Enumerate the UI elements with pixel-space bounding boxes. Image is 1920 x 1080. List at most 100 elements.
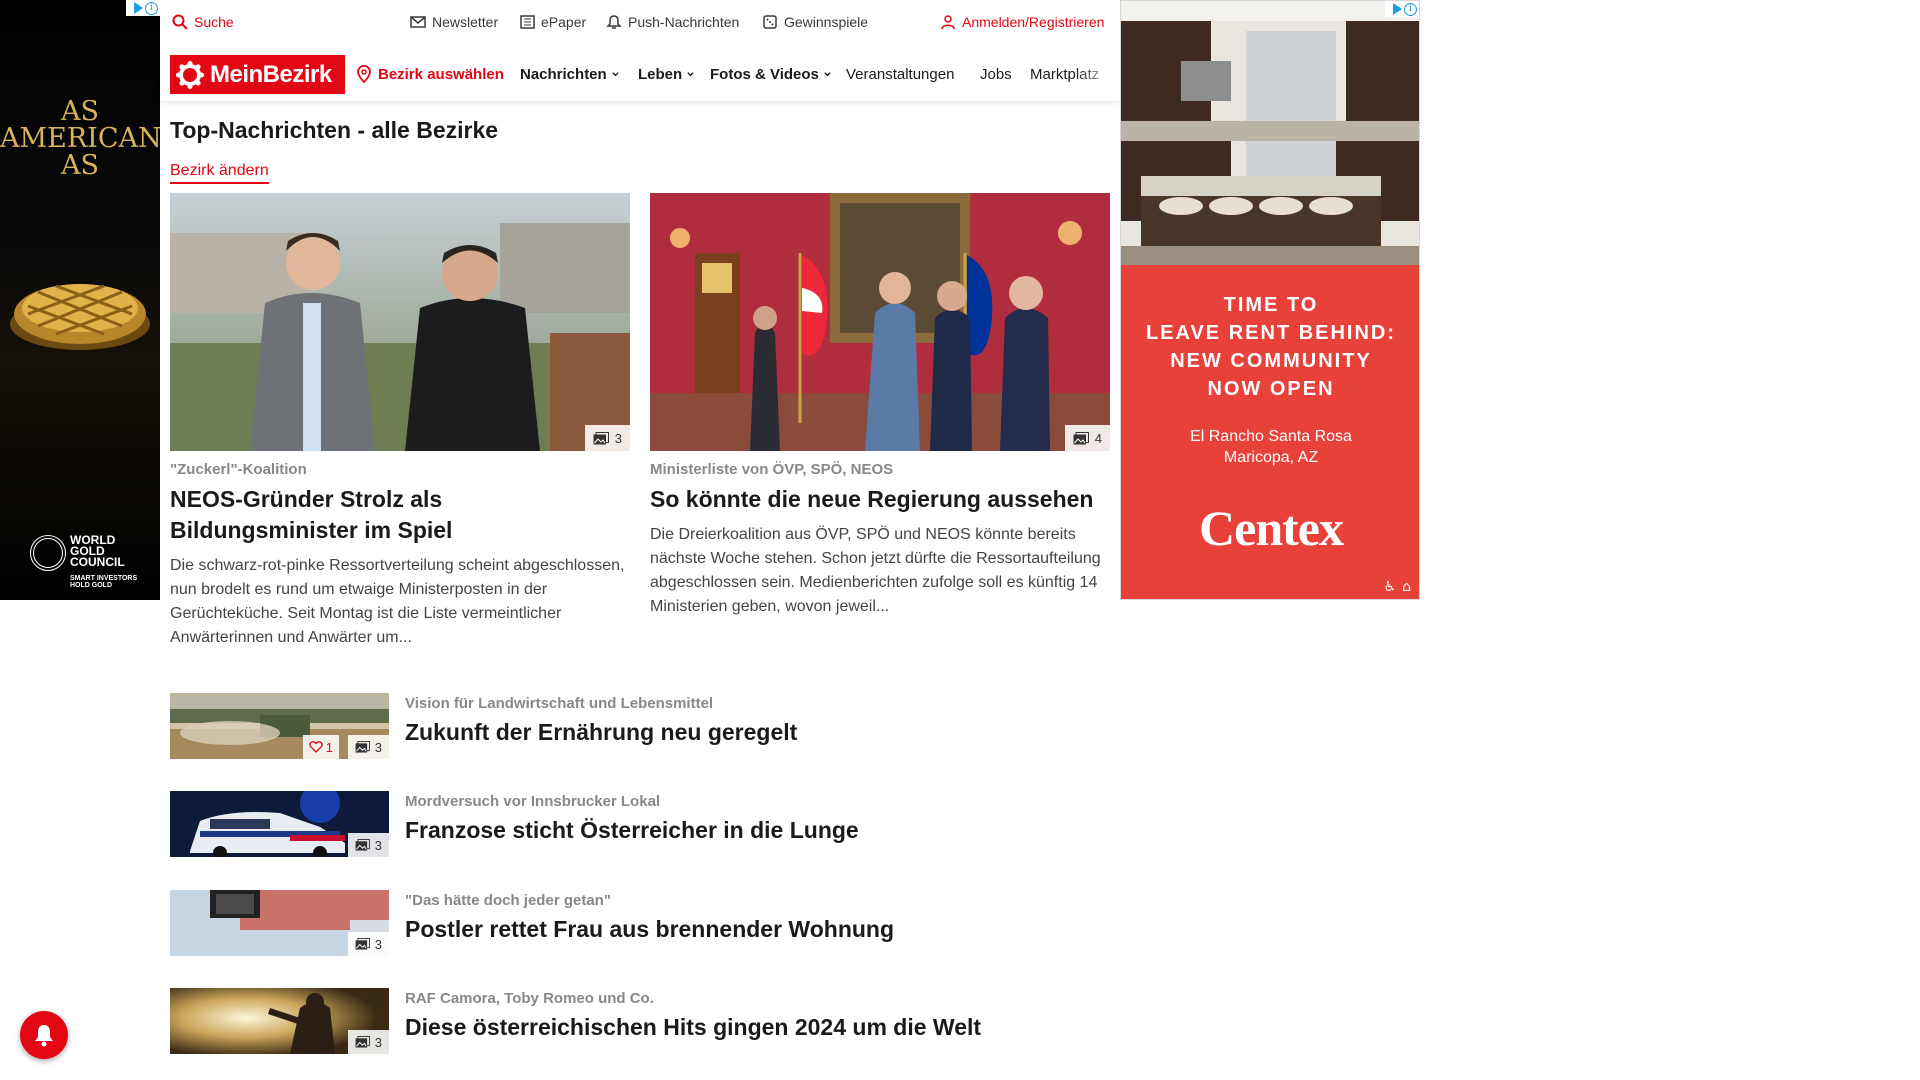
logo-text: MeinBezirk — [210, 60, 332, 88]
like-count: 1 — [325, 739, 333, 755]
ad-location-line: Maricopa, AZ — [1223, 449, 1319, 466]
gallery-icon — [355, 839, 370, 851]
story-thumbnail[interactable]: 3 — [170, 988, 389, 1054]
nav-item-veranstaltungen[interactable]: Veranstaltungen — [846, 66, 954, 83]
story-thumbnail[interactable]: 1 3 — [170, 693, 389, 759]
right-display-ad[interactable]: i TIME TO LEAVE RENT BEHIND: NEW COMMUNI… — [1120, 0, 1420, 600]
photo-count-badge: 3 — [347, 833, 389, 857]
newsletter-link[interactable]: Newsletter — [410, 14, 498, 30]
search-label: Suche — [194, 14, 234, 30]
story-headline[interactable]: So könnte die neue Regierung aussehen — [650, 484, 1110, 515]
accessibility-icon: ♿ — [1383, 579, 1397, 595]
like-count-badge[interactable]: 1 — [302, 735, 339, 759]
adchoices-badge[interactable]: i — [126, 0, 160, 16]
heart-icon — [309, 741, 323, 753]
photo-count-badge: 3 — [347, 735, 389, 759]
ad-location: El Rancho Santa Rosa Maricopa, AZ — [1121, 426, 1419, 468]
photo-count-badge: 3 — [347, 1030, 389, 1054]
main-navigation: MeinBezirk Bezirk auswählen Nachrichten … — [160, 46, 1120, 102]
kitchen-photo — [1121, 1, 1419, 265]
top-story[interactable]: 3 "Zuckerl"-Koalition NEOS-Gründer Strol… — [170, 193, 630, 650]
nav-label-jobs: Jobs — [980, 66, 1012, 83]
ad-footer-icons: ♿ ⌂ — [1384, 579, 1411, 595]
ad-copy-line: NOW OPEN — [1207, 378, 1335, 400]
utility-bar: Suche Newsletter ePaper Push-Nachrichten… — [160, 0, 1120, 46]
photo-count: 4 — [1094, 430, 1102, 446]
section-title: Top-Nachrichten - alle Bezirke — [170, 117, 499, 143]
centex-logo: Centex — [1199, 500, 1344, 556]
story-kicker: RAF Camora, Toby Romeo und Co. — [405, 990, 654, 1007]
world-gold-council-logo: WORLD GOLD COUNCIL SMART INVESTORS HOLD … — [30, 534, 155, 595]
list-item[interactable]: 1 3 Vision für Landwirtschaft und Lebens… — [170, 693, 1110, 759]
logo-gear-icon — [176, 60, 204, 89]
list-item[interactable]: 3 Mordversuch vor Innsbrucker Lokal Fran… — [170, 791, 1110, 857]
info-icon: i — [145, 1, 158, 15]
select-district-button[interactable]: Bezirk auswählen — [356, 65, 504, 83]
story-thumbnail[interactable]: 3 — [170, 890, 389, 956]
meinbezirk-logo[interactable]: MeinBezirk — [170, 55, 345, 94]
left-skyscraper-ad[interactable]: i AS AMERICAN AS WORLD GOLD COUNCIL SMART … — [0, 0, 160, 600]
story-kicker: Mordversuch vor Innsbrucker Lokal — [405, 793, 661, 810]
list-item[interactable]: 3 "Das hätte doch jeder getan" Postler r… — [170, 890, 1110, 956]
government-photo — [650, 193, 1110, 451]
adchoices-badge[interactable]: i — [1385, 1, 1419, 17]
push-notifications-link[interactable]: Push-Nachrichten — [606, 14, 739, 30]
newsletter-label: Newsletter — [432, 14, 499, 30]
change-district-link[interactable]: Bezirk ändern — [170, 162, 269, 184]
gewinnspiele-link[interactable]: Gewinnspiele — [762, 14, 868, 30]
story-kicker: "Das hätte doch jeder getan" — [405, 892, 611, 909]
login-label: Anmelden/Registrieren — [962, 14, 1105, 30]
nav-item-leben[interactable]: Leben — [638, 66, 695, 83]
location-pin-icon — [357, 65, 371, 83]
gallery-icon — [593, 431, 609, 444]
nav-item-nachrichten[interactable]: Nachrichten — [520, 66, 620, 83]
story-headline[interactable]: Franzose sticht Österreicher in die Lung… — [405, 817, 859, 844]
login-link[interactable]: Anmelden/Registrieren — [940, 14, 1104, 30]
nav-item-fotos-videos[interactable]: Fotos & Videos — [710, 66, 832, 83]
photo-count-badge: 3 — [584, 425, 630, 451]
bell-icon — [35, 1025, 53, 1047]
nav-label-nachrichten: Nachrichten — [520, 66, 607, 83]
story-thumbnail[interactable]: 3 — [170, 791, 389, 857]
search-link[interactable]: Suche — [172, 14, 234, 30]
gallery-icon — [355, 741, 370, 753]
ad-copy: TIME TO LEAVE RENT BEHIND: NEW COMMUNITY… — [1121, 291, 1419, 403]
wgc-line-3: COUNCIL — [70, 555, 125, 569]
chevron-down-icon — [824, 72, 831, 77]
story-image[interactable]: 4 — [650, 193, 1110, 451]
photo-count-badge: 4 — [1064, 425, 1110, 451]
gallery-icon — [1073, 431, 1089, 444]
wgc-tagline-1: SMART INVESTORS — [70, 575, 138, 582]
adchoices-icon — [1393, 3, 1402, 15]
wgc-ring-icon — [30, 535, 66, 571]
newspaper-icon — [520, 15, 535, 29]
info-icon: i — [1404, 2, 1417, 16]
push-notification-bell-button[interactable] — [20, 1011, 68, 1059]
nav-label-leben: Leben — [638, 66, 683, 83]
list-item[interactable]: 3 RAF Camora, Toby Romeo und Co. Diese ö… — [170, 988, 1110, 1054]
story-teaser: Die Dreierkoalition aus ÖVP, SPÖ und NEO… — [650, 526, 1101, 615]
photo-count: 3 — [374, 837, 382, 853]
story-headline[interactable]: Diese österreichischen Hits gingen 2024 … — [405, 1014, 981, 1041]
ad-location-line: El Rancho Santa Rosa — [1190, 428, 1352, 445]
story-teaser: Die schwarz-rot-pinke Ressortverteilung … — [170, 557, 625, 646]
user-icon — [941, 15, 955, 30]
nav-item-jobs[interactable]: Jobs — [980, 66, 1012, 83]
nav-fade-overlay — [1075, 56, 1120, 96]
story-headline[interactable]: Postler rettet Frau aus brennender Wohnu… — [405, 916, 894, 943]
bell-icon — [606, 15, 622, 29]
main-content: Suche Newsletter ePaper Push-Nachrichten… — [160, 0, 1120, 1080]
photo-count: 3 — [374, 1034, 382, 1050]
politicians-photo — [170, 193, 630, 451]
select-district-label: Bezirk auswählen — [378, 65, 504, 83]
story-headline[interactable]: Zukunft der Ernährung neu geregelt — [405, 719, 797, 746]
story-headline[interactable]: NEOS-Gründer Strolz als Bildungsminister… — [170, 484, 630, 546]
photo-count-badge: 3 — [347, 932, 389, 956]
ad-headline: AS AMERICAN AS — [0, 96, 160, 181]
adchoices-icon — [134, 2, 143, 14]
top-story[interactable]: 4 Ministerliste von ÖVP, SPÖ, NEOS So kö… — [650, 193, 1110, 619]
epaper-link[interactable]: ePaper — [519, 14, 586, 30]
story-image[interactable]: 3 — [170, 193, 630, 451]
dice-icon — [763, 15, 777, 29]
photo-count: 3 — [374, 936, 382, 952]
